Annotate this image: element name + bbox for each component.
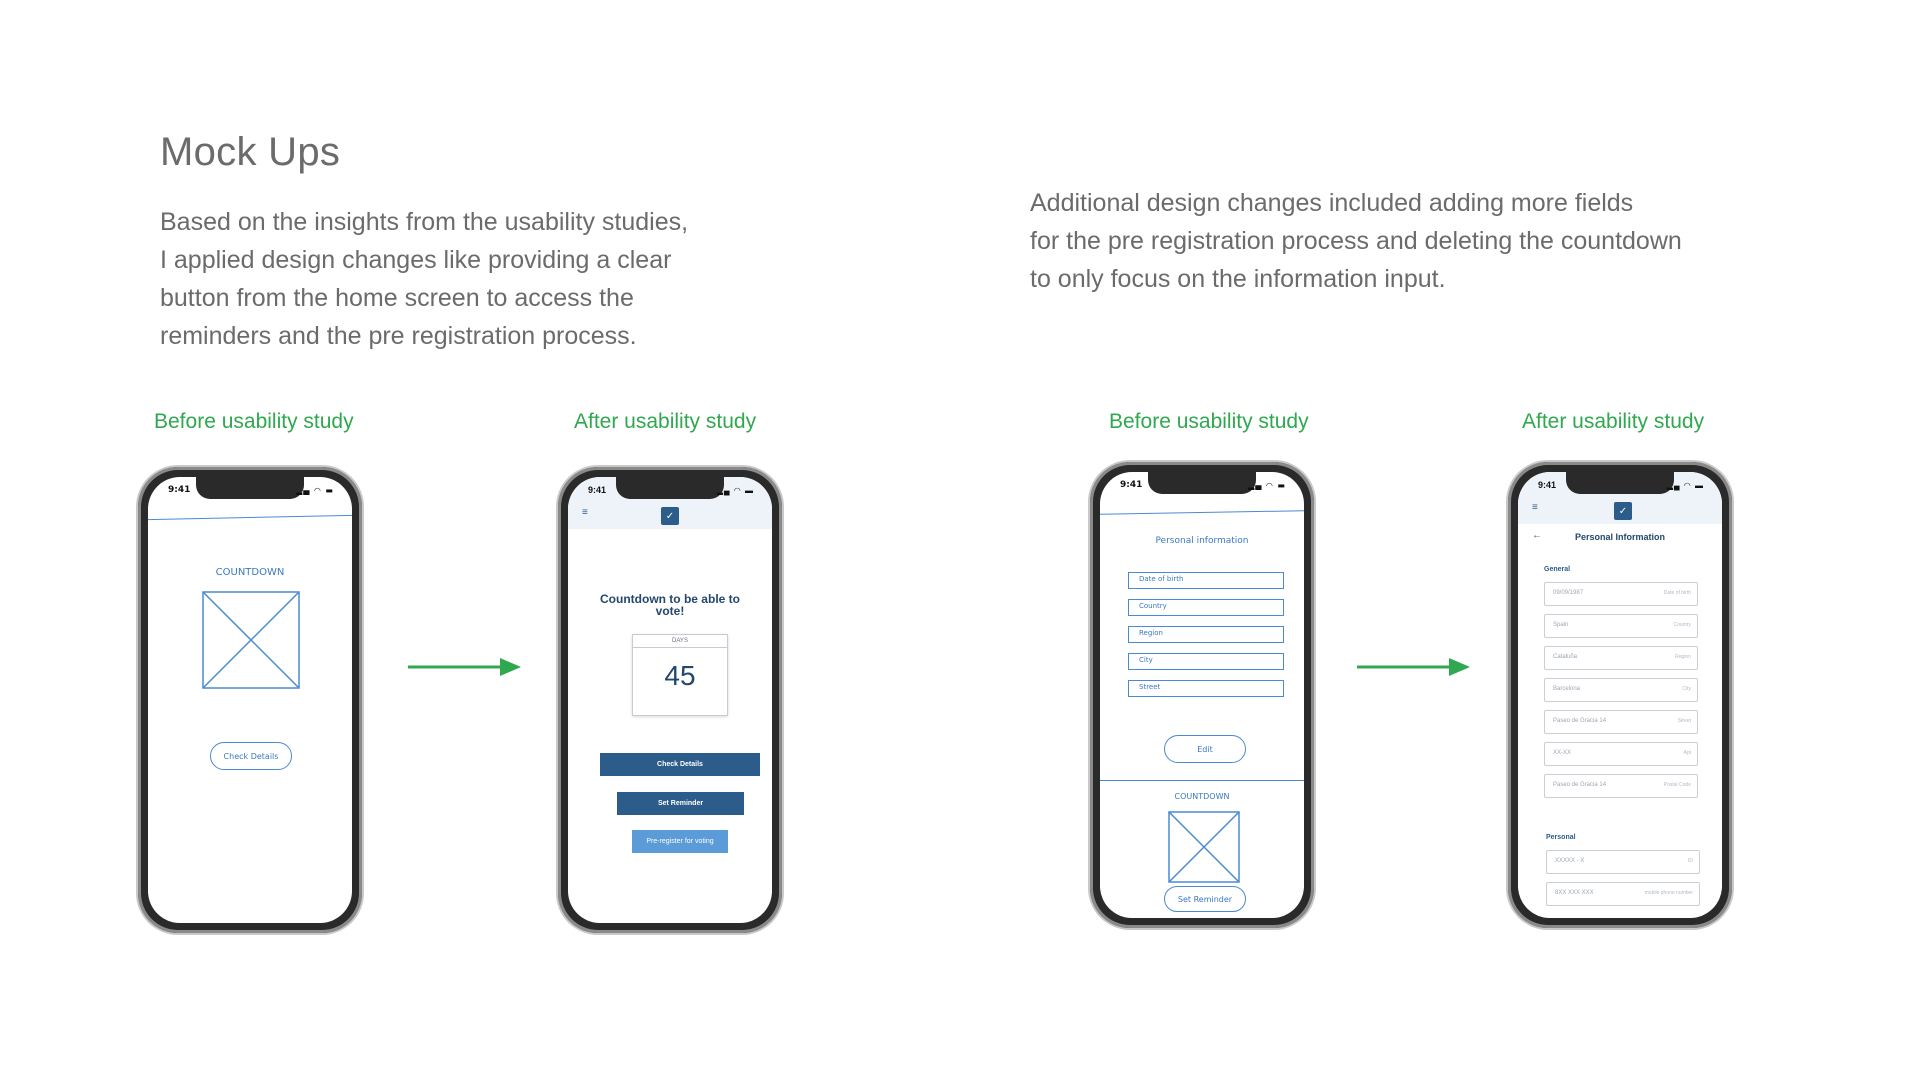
sketch-divider: [1100, 780, 1304, 781]
days-card: DAYS 45: [632, 634, 728, 716]
phone-before-personal-info: 9:41 ▂▄ ◠ ▬ Personal information Date of…: [1090, 462, 1314, 928]
menu-icon[interactable]: ≡: [582, 507, 588, 518]
check-badge-icon: ✓: [1614, 502, 1632, 520]
phone-before-countdown: 9:41 ▂▄ ◠ ▬ COUNTDOWN Check Details: [138, 467, 362, 933]
field-hint: ID: [1688, 858, 1693, 864]
sketch-divider: [148, 514, 352, 521]
signal-wifi-battery-icon: ▂▄ ◠ ▬: [296, 486, 334, 495]
edit-button[interactable]: Edit: [1164, 735, 1246, 763]
field-hint: Street: [1677, 718, 1691, 724]
region-field[interactable]: Cataluña Region: [1544, 646, 1698, 670]
street-field-label: Street: [1139, 683, 1161, 691]
region-field-label: Region: [1139, 629, 1163, 637]
personal-info-title: Personal Information: [1574, 532, 1665, 542]
street-field[interactable]: Paseo de Gracia 14 Street: [1544, 710, 1698, 734]
id-field[interactable]: XXXXX - X ID: [1546, 850, 1700, 874]
phone-notch: [616, 477, 724, 499]
street-field[interactable]: Street: [1128, 680, 1284, 697]
postal-code-field[interactable]: Paseo de Gracia 14 Postal Code: [1544, 774, 1698, 798]
phone-after-countdown: 9:41 ▂▄ ◠ ▬ ≡ ✓ Countdown to be able to …: [558, 467, 782, 933]
days-value: 45: [664, 660, 696, 691]
field-value: Barcelona: [1553, 686, 1581, 692]
city-field-label: City: [1139, 656, 1153, 664]
field-value: Spain: [1553, 622, 1569, 628]
field-value: 09/09/1987: [1553, 590, 1584, 596]
days-label: DAYS: [633, 635, 727, 648]
field-hint: City: [1682, 686, 1691, 692]
status-time: 9:41: [1120, 480, 1143, 490]
countdown-heading: COUNTDOWN: [1174, 792, 1230, 801]
set-reminder-button[interactable]: Set Reminder: [1164, 886, 1246, 912]
field-hint: Postal Code: [1663, 782, 1691, 788]
country-field[interactable]: Country: [1128, 599, 1284, 616]
label-after-1: After usability study: [574, 410, 757, 433]
field-value: Cataluña: [1553, 654, 1578, 660]
dob-field-label: Date of birth: [1139, 575, 1184, 583]
countdown-heading: COUNTDOWN: [215, 567, 285, 578]
region-field[interactable]: Region: [1128, 626, 1284, 643]
dob-field[interactable]: Date of birth: [1128, 572, 1284, 589]
label-before-1: Before usability study: [154, 410, 354, 433]
country-field-label: Country: [1139, 602, 1167, 610]
arrow-right-icon: [408, 658, 521, 676]
sketch-divider: [1100, 510, 1304, 515]
field-value: XX-XX: [1553, 750, 1572, 756]
check-details-button[interactable]: Check Details: [600, 753, 760, 776]
general-section-label: General: [1544, 566, 1571, 573]
arrow-right-icon: [1357, 658, 1470, 676]
field-hint: mobile phone number: [1644, 890, 1693, 896]
field-value: XXXXX - X: [1555, 858, 1585, 864]
image-placeholder-icon: [1168, 811, 1240, 883]
field-value: Paseo de Gracia 14: [1553, 718, 1607, 724]
status-time: 9:41: [588, 485, 607, 495]
status-time: 9:41: [168, 485, 191, 495]
dob-field[interactable]: 09/09/1987 Date of birth: [1544, 582, 1698, 606]
label-before-2: Before usability study: [1109, 410, 1309, 433]
personal-info-heading: Personal information: [1155, 536, 1249, 546]
image-placeholder-icon: [202, 591, 300, 689]
status-time: 9:41: [1538, 480, 1557, 490]
phone-after-personal-info: 9:41 ▂▄ ◠ ▬ ≡ ✓ ← Personal Information G…: [1508, 462, 1732, 928]
city-field[interactable]: City: [1128, 653, 1284, 670]
page-title: Mock Ups: [160, 130, 341, 174]
city-field[interactable]: Barcelona City: [1544, 678, 1698, 702]
signal-wifi-battery-icon: ▂▄ ◠ ▬: [1666, 481, 1704, 490]
field-hint: Region: [1675, 654, 1691, 660]
intro-paragraph: Based on the insights from the usability…: [160, 208, 689, 350]
field-hint: Date of birth: [1663, 590, 1691, 596]
set-reminder-button[interactable]: Set Reminder: [617, 792, 744, 815]
additional-paragraph: Additional design changes included addin…: [1030, 189, 1682, 293]
phone-notch: [196, 477, 304, 499]
apt-field[interactable]: XX-XX Apt: [1544, 742, 1698, 766]
personal-section-label: Personal: [1546, 834, 1576, 841]
field-hint: Apt: [1683, 750, 1691, 756]
phone-number-field[interactable]: 8XX XXX XXX mobile phone number: [1546, 882, 1700, 906]
field-value: 8XX XXX XXX: [1555, 890, 1594, 896]
countdown-title: Countdown to be able to vote!: [600, 592, 740, 618]
check-badge-icon: ✓: [661, 507, 679, 525]
check-details-button[interactable]: Check Details: [210, 742, 292, 770]
phone-notch: [1148, 472, 1256, 494]
signal-wifi-battery-icon: ▂▄ ◠ ▬: [716, 486, 754, 495]
field-value: Paseo de Gracia 14: [1553, 782, 1607, 788]
field-hint: Country: [1673, 622, 1691, 628]
pre-register-button[interactable]: Pre-register for voting: [632, 830, 728, 853]
signal-wifi-battery-icon: ▂▄ ◠ ▬: [1248, 481, 1286, 490]
country-field[interactable]: Spain Country: [1544, 614, 1698, 638]
menu-icon[interactable]: ≡: [1532, 502, 1538, 513]
phone-notch: [1566, 472, 1674, 494]
label-after-2: After usability study: [1522, 410, 1705, 433]
